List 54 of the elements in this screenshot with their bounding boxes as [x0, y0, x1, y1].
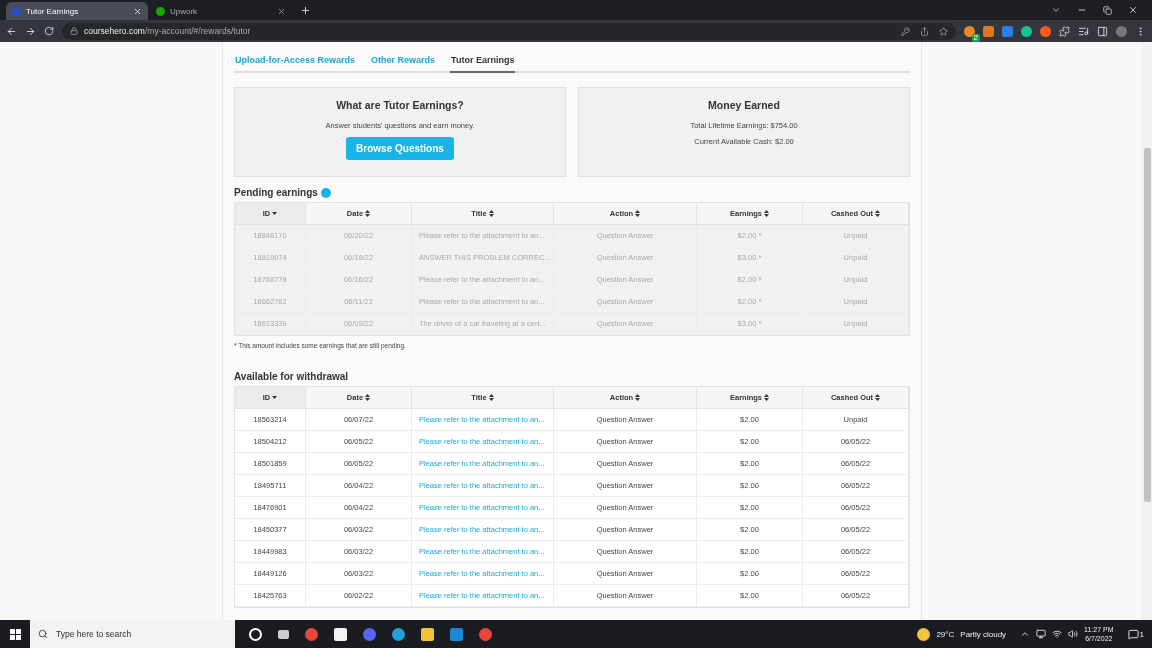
- card-title: What are Tutor Earnings?: [336, 99, 464, 111]
- sort-down-icon: [272, 211, 278, 216]
- favicon-icon: [12, 6, 21, 16]
- lock-icon: [70, 27, 78, 35]
- sort-icon: [764, 394, 770, 401]
- sort-icon: [488, 210, 494, 217]
- close-icon[interactable]: [277, 6, 286, 16]
- tab-search-icon[interactable]: [1051, 5, 1061, 15]
- extension-badge: 2: [971, 33, 980, 42]
- notifications-icon[interactable]: [1127, 628, 1139, 640]
- key-icon[interactable]: [901, 26, 910, 36]
- sort-icon: [764, 210, 770, 217]
- network-icon[interactable]: [1036, 629, 1047, 639]
- restore-icon[interactable]: [1103, 5, 1112, 15]
- bookmark-star-icon[interactable]: [939, 26, 948, 36]
- side-panel-icon[interactable]: [1097, 25, 1108, 37]
- sort-down-icon: [272, 395, 278, 400]
- cortana-icon[interactable]: [249, 627, 262, 641]
- windows-logo-icon[interactable]: [9, 628, 21, 640]
- extensions-icon[interactable]: [1059, 25, 1070, 37]
- search-icon: [38, 629, 48, 639]
- card-title: Money Earned: [708, 99, 780, 111]
- tray-chevron-icon[interactable]: [1020, 629, 1031, 639]
- notification-count: 1: [1139, 629, 1144, 639]
- close-icon[interactable]: [1128, 5, 1138, 15]
- reload-icon[interactable]: [44, 26, 54, 36]
- task-view-icon[interactable]: [278, 629, 289, 639]
- wifi-icon[interactable]: [1052, 629, 1063, 639]
- forward-icon[interactable]: [25, 25, 36, 37]
- volume-icon[interactable]: [1068, 629, 1079, 639]
- section-heading: Pending earnings: [234, 187, 318, 198]
- url-text: coursehero.com/my-account/#/rewards/tutor: [84, 26, 251, 36]
- favicon-icon: [156, 6, 165, 16]
- address-bar[interactable]: coursehero.com/my-account/#/rewards/tutor: [62, 22, 956, 40]
- section-heading: Available for withdrawal: [234, 371, 349, 382]
- browser-tab[interactable]: Tutor Earnings: [6, 2, 148, 20]
- scrollbar[interactable]: [1142, 42, 1152, 620]
- sort-icon: [365, 394, 371, 401]
- sort-icon: [635, 394, 641, 401]
- sort-icon: [488, 394, 494, 401]
- browser-tab[interactable]: Upwork: [150, 2, 292, 20]
- sort-icon: [635, 210, 641, 217]
- taskbar-search-field[interactable]: Type here to search: [30, 620, 235, 648]
- back-icon[interactable]: [6, 25, 17, 37]
- page-tab[interactable]: Tutor Earnings: [450, 50, 516, 73]
- sort-icon: [365, 210, 371, 217]
- share-icon[interactable]: [920, 26, 929, 36]
- temperature-text: 29°C: [936, 629, 955, 639]
- weather-text: Partly cloudy: [960, 629, 1007, 639]
- sort-icon: [875, 210, 881, 217]
- sort-icon: [875, 394, 881, 401]
- close-icon[interactable]: [133, 6, 142, 16]
- new-tab-icon[interactable]: [300, 5, 311, 16]
- media-icon[interactable]: [1078, 25, 1089, 37]
